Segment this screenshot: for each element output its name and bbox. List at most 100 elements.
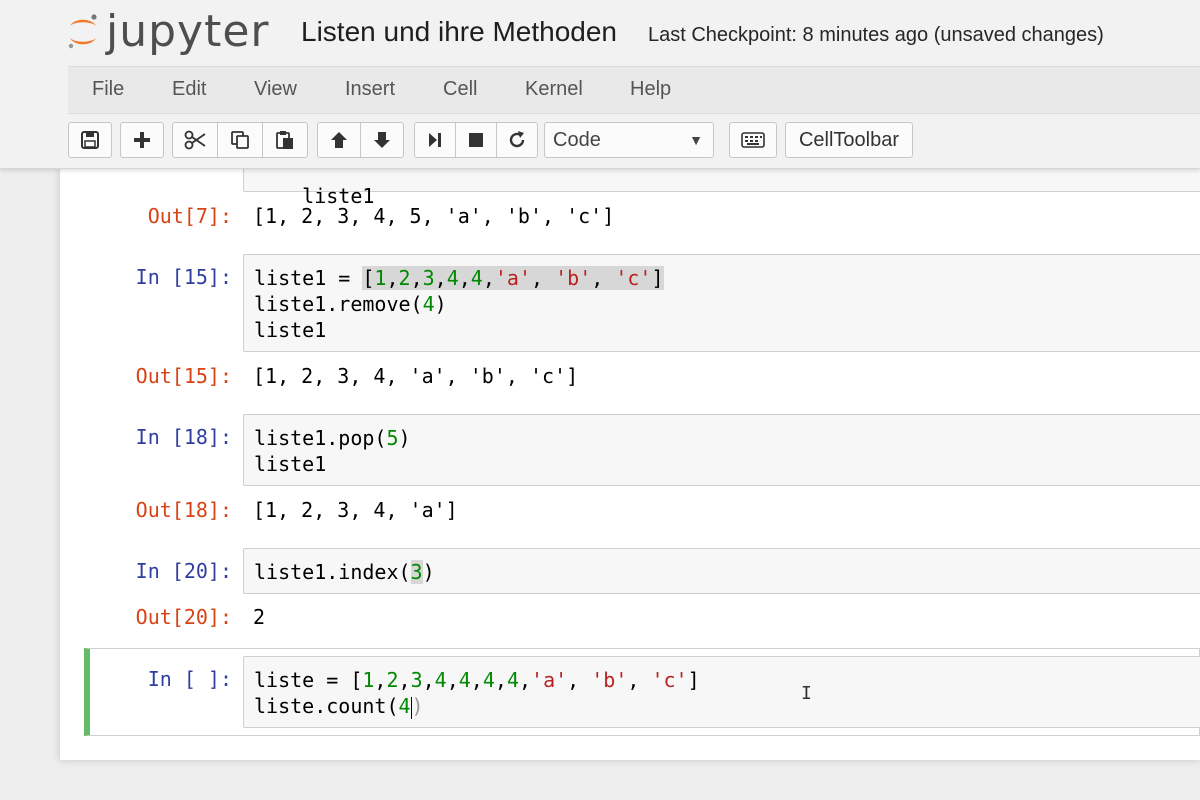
stop-icon bbox=[469, 133, 483, 147]
highlighted-list-literal: [1,2,3,4,4,'a', 'b', 'c'] bbox=[362, 266, 664, 290]
code-input-cell-20[interactable]: liste1.index(3) bbox=[243, 548, 1200, 594]
menu-kernel[interactable]: Kernel bbox=[525, 67, 583, 113]
cut-icon bbox=[184, 130, 206, 150]
comma: , bbox=[446, 668, 459, 692]
output-7: [1, 2, 3, 4, 5, 'a', 'b', 'c'] bbox=[253, 204, 615, 228]
logo-text: jupyter bbox=[106, 6, 270, 57]
copy-icon bbox=[231, 131, 249, 149]
menubar: File Edit View Insert Cell Kernel Help bbox=[68, 66, 1200, 114]
chevron-down-icon: ▼ bbox=[689, 132, 703, 148]
comma: , bbox=[386, 266, 399, 290]
output-20: 2 bbox=[253, 605, 266, 629]
cell-type-select[interactable]: Code ▼ bbox=[544, 122, 714, 158]
menu-help[interactable]: Help bbox=[630, 67, 671, 113]
string-literal: 'b' bbox=[591, 668, 628, 692]
code-text: liste1 = bbox=[254, 266, 363, 290]
comma: , bbox=[458, 266, 471, 290]
comma: , bbox=[434, 266, 447, 290]
code-text: liste1 bbox=[254, 452, 327, 476]
menu-insert[interactable]: Insert bbox=[345, 67, 395, 113]
number-literal: 4 bbox=[482, 668, 495, 692]
number-literal: 2 bbox=[398, 266, 411, 290]
comma: , bbox=[398, 668, 411, 692]
number-literal: 4 bbox=[434, 668, 447, 692]
cut-button[interactable] bbox=[172, 122, 218, 158]
number-literal: 4 bbox=[398, 694, 411, 718]
number-literal: 4 bbox=[506, 668, 519, 692]
celltoolbar-button[interactable]: CellToolbar bbox=[785, 122, 913, 158]
bracket: [ bbox=[350, 668, 363, 692]
comma: , bbox=[494, 668, 507, 692]
output-18: [1, 2, 3, 4, 'a'] bbox=[253, 498, 458, 522]
string-literal: 'c' bbox=[615, 266, 652, 290]
output-15: [1, 2, 3, 4, 'a', 'b', 'c'] bbox=[253, 364, 579, 388]
bracket: ] bbox=[687, 668, 700, 692]
comma: , bbox=[518, 668, 532, 692]
menu-file[interactable]: File bbox=[92, 67, 124, 113]
run-button[interactable] bbox=[414, 122, 456, 158]
jupyter-logo[interactable]: jupyter bbox=[66, 6, 270, 58]
code-text: ) bbox=[398, 426, 411, 450]
number-literal: 4 bbox=[470, 266, 483, 290]
comma: , bbox=[374, 668, 387, 692]
comma: , bbox=[470, 668, 483, 692]
code-text: liste1 bbox=[254, 318, 327, 342]
save-icon bbox=[81, 131, 99, 149]
code-text: ) bbox=[422, 560, 435, 584]
menu-edit[interactable]: Edit bbox=[172, 67, 206, 113]
insert-cell-button[interactable] bbox=[120, 122, 164, 158]
menu-cell[interactable]: Cell bbox=[443, 67, 477, 113]
code-text: liste1.index( bbox=[254, 560, 411, 584]
keyboard-icon bbox=[741, 132, 765, 148]
jupyter-logo-icon bbox=[68, 14, 97, 49]
copy-button[interactable] bbox=[217, 122, 263, 158]
notebook-title[interactable]: Listen und ihre Methoden bbox=[301, 14, 617, 50]
number-literal: 5 bbox=[386, 426, 399, 450]
move-up-button[interactable] bbox=[317, 122, 361, 158]
code-input-cell-18[interactable]: liste1.pop(5) liste1 bbox=[243, 414, 1200, 486]
save-button[interactable] bbox=[68, 122, 112, 158]
notebook-header: jupyter Listen und ihre Methoden Last Ch… bbox=[0, 0, 1200, 169]
number-literal: 1 bbox=[362, 668, 375, 692]
comma: , bbox=[422, 668, 435, 692]
comma: , bbox=[410, 266, 423, 290]
comma: , bbox=[627, 668, 652, 692]
move-down-button[interactable] bbox=[360, 122, 404, 158]
interrupt-button[interactable] bbox=[455, 122, 497, 158]
string-literal: 'a' bbox=[531, 668, 568, 692]
paste-icon bbox=[276, 131, 293, 149]
number-literal: 4 bbox=[446, 266, 459, 290]
string-literal: 'a' bbox=[494, 266, 532, 290]
arrow-down-icon bbox=[374, 132, 390, 148]
code-text: ) bbox=[434, 292, 447, 316]
code-input-cell-7[interactable]: liste1 bbox=[243, 168, 1200, 208]
menu-view[interactable]: View bbox=[254, 67, 297, 113]
plus-icon bbox=[134, 132, 150, 148]
code-text: liste = bbox=[254, 668, 351, 692]
notebook-container: liste1 Out[7]: [1, 2, 3, 4, 5, 'a', 'b',… bbox=[60, 168, 1200, 760]
number-literal: 3 bbox=[410, 668, 423, 692]
out-prompt-15: Out[15]: bbox=[135, 364, 232, 388]
number-literal: 4 bbox=[458, 668, 471, 692]
number-literal: 3 bbox=[410, 560, 423, 584]
restart-button[interactable] bbox=[496, 122, 538, 158]
number-literal: 1 bbox=[374, 266, 387, 290]
arrow-up-icon bbox=[331, 132, 347, 148]
comma: , bbox=[591, 266, 616, 290]
code-text: liste1.pop( bbox=[254, 426, 387, 450]
code-input-cell-new[interactable]: liste = [1,2,3,4,4,4,4,'a', 'b', 'c'] li… bbox=[243, 656, 1200, 728]
bracket: [ bbox=[362, 266, 375, 290]
paste-button[interactable] bbox=[262, 122, 308, 158]
run-icon bbox=[429, 133, 441, 147]
code-text: liste.count( bbox=[254, 694, 399, 718]
out-prompt-18: Out[18]: bbox=[135, 498, 232, 522]
command-palette-button[interactable] bbox=[729, 122, 777, 158]
string-literal: 'b' bbox=[555, 266, 592, 290]
code-text: liste1.remove( bbox=[254, 292, 423, 316]
restart-icon bbox=[509, 131, 525, 148]
out-prompt-7: Out[7]: bbox=[147, 204, 232, 228]
code-input-cell-15[interactable]: liste1 = [1,2,3,4,4,'a', 'b', 'c'] liste… bbox=[243, 254, 1200, 352]
in-prompt-15: In [15]: bbox=[135, 265, 232, 289]
mouse-ibeam-cursor-icon: I bbox=[801, 683, 812, 704]
checkpoint-status: Last Checkpoint: 8 minutes ago (unsaved … bbox=[648, 24, 1104, 46]
